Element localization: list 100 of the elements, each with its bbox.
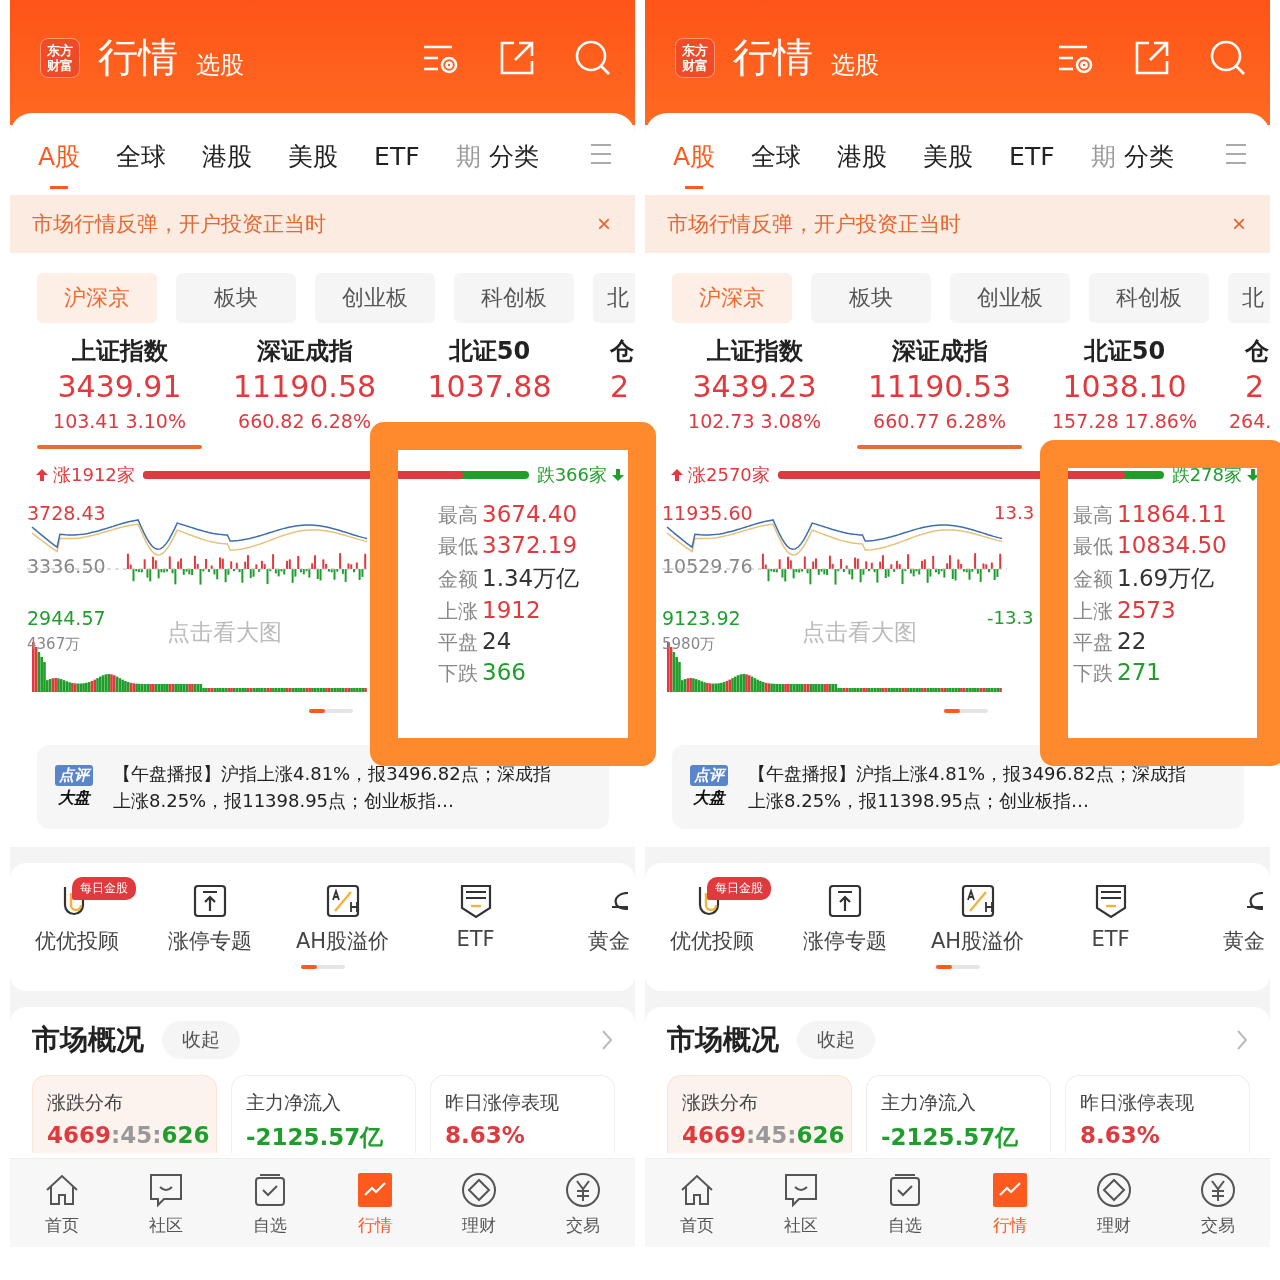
index-value: 2 (610, 369, 630, 404)
overview-card[interactable]: 主力净流入 -2125.57亿 (231, 1075, 416, 1153)
nav-label[interactable]: 社区 (149, 1213, 184, 1237)
index-name[interactable]: 上证指数 (706, 335, 803, 367)
stat-label: 金额 (438, 566, 478, 593)
nav-label[interactable]: 首页 (45, 1213, 80, 1237)
stat-label: 下跌 (1073, 660, 1113, 687)
nav-label[interactable]: 交易 (565, 1213, 600, 1237)
stat-label: 上涨 (1073, 598, 1113, 625)
shortcut-label[interactable]: ETF (1091, 927, 1130, 951)
shortcut-label[interactable]: AH股溢价 (295, 927, 390, 955)
page-title: 行情 (98, 33, 178, 82)
shortcut-label[interactable]: 涨停专题 (802, 927, 887, 955)
shortcut-label[interactable]: 黄金 (587, 927, 630, 955)
stat-label: 最低 (438, 533, 478, 560)
nav-label[interactable]: 首页 (680, 1213, 715, 1237)
shortcut-label[interactable]: ETF (456, 927, 495, 951)
overview-card[interactable]: 昨日涨停表现 8.63% (1065, 1075, 1250, 1153)
segment-tab[interactable]: 板块 (176, 273, 296, 323)
market-tab[interactable]: 分类 (1123, 135, 1174, 173)
segment-tab[interactable]: 板块 (811, 273, 931, 323)
segment-tab[interactable]: 科创板 (454, 273, 574, 323)
stat-label: 平盘 (438, 629, 478, 656)
card-title: 涨跌分布 (47, 1090, 124, 1115)
review-badge: 点评 (690, 765, 728, 786)
axis-label: 9123.92 (662, 607, 741, 629)
card-value: -2125.57亿 (881, 1123, 1020, 1152)
market-tab[interactable]: ETF (374, 137, 420, 171)
advancers-label: 涨1912家 (35, 463, 135, 487)
index-name[interactable]: 上证指数 (71, 335, 168, 367)
card-title: 昨日涨停表现 (445, 1090, 560, 1115)
index-name[interactable]: 深证成指 (256, 335, 353, 367)
volume-label: 5980万 (662, 635, 716, 654)
shortcut-label[interactable]: AH股溢价 (930, 927, 1025, 955)
market-tab[interactable]: 全球 (116, 135, 167, 173)
index-name[interactable]: 仓 (1245, 335, 1269, 367)
market-label: 大盘 (693, 788, 725, 809)
nav-label[interactable]: 自选 (253, 1213, 288, 1237)
stat-label: 金额 (1073, 566, 1113, 593)
market-tab[interactable]: 港股 (202, 135, 253, 173)
index-name[interactable]: 北证50 (448, 335, 531, 367)
index-change: 264. (1229, 410, 1270, 432)
market-tab[interactable]: 港股 (837, 135, 888, 173)
shortcut-label[interactable]: 优优投顾 (34, 927, 119, 955)
nav-label[interactable]: 社区 (784, 1213, 819, 1237)
segment-tab[interactable]: 科创板 (1089, 273, 1209, 323)
stat-value: 10834.50 (1117, 532, 1227, 558)
app-logo: 东方 财富 (675, 37, 715, 78)
news-text: 【午盘播报】沪指上涨4.81%，报3496.82点；深成指上涨8.25%，报11398.95点；创业板指… (113, 762, 552, 813)
section-title: 市场概况 (32, 1022, 144, 1058)
index-name[interactable]: 仓 (610, 335, 634, 367)
nav-label[interactable]: 理财 (461, 1213, 496, 1237)
card-title: 昨日涨停表现 (1080, 1090, 1195, 1115)
stat-value: 3674.40 (482, 501, 578, 527)
section-title: 市场概况 (667, 1022, 779, 1058)
market-tab[interactable]: 美股 (923, 135, 974, 173)
collapse-button[interactable]: 收起 (797, 1021, 875, 1059)
market-tab[interactable]: 分类 (488, 135, 539, 173)
index-change: 157.28 17.86% (1052, 410, 1197, 432)
segment-tab[interactable]: 创业板 (950, 273, 1070, 323)
volume-label: 4367万 (27, 635, 81, 654)
market-tab[interactable]: 美股 (288, 135, 339, 173)
nav-label[interactable]: 交易 (1200, 1213, 1235, 1237)
collapse-button[interactable]: 收起 (162, 1021, 240, 1059)
overview-card[interactable]: 涨跌分布 4669:45:626 (32, 1075, 217, 1153)
segment-tab[interactable]: 北 (593, 273, 635, 323)
index-change: 660.77 6.28% (873, 410, 1006, 432)
stat-label: 最高 (438, 502, 478, 529)
segment-tab[interactable]: 创业板 (315, 273, 435, 323)
index-value: 3439.91 (57, 369, 182, 404)
stat-value: 1.34万亿 (482, 564, 580, 593)
index-value: 1038.10 (1062, 369, 1187, 404)
shortcut-label[interactable]: 优优投顾 (669, 927, 754, 955)
news-text: 【午盘播报】沪指上涨4.81%，报3496.82点；深成指上涨8.25%，报11398.95点；创业板指… (748, 762, 1187, 813)
shortcut-label[interactable]: 黄金 (1222, 927, 1265, 955)
advancers-label: 涨2570家 (670, 463, 770, 487)
news-card[interactable]: 点评 大盘 【午盘播报】沪指上涨4.81%，报3496.82点；深成指上涨8.25%，报11398.95点；创业板指… (672, 745, 1244, 829)
axis-label: -13.3 (987, 607, 1034, 628)
app-logo: 东方 财富 (40, 37, 80, 78)
index-name[interactable]: 深证成指 (891, 335, 988, 367)
stat-label: 平盘 (1073, 629, 1113, 656)
nav-label[interactable]: 自选 (888, 1213, 923, 1237)
market-label: 大盘 (58, 788, 90, 809)
shortcut-label[interactable]: 涨停专题 (167, 927, 252, 955)
market-tab[interactable]: 全球 (751, 135, 802, 173)
card-value: -2125.57亿 (246, 1123, 385, 1152)
market-tab[interactable]: ETF (1009, 137, 1055, 171)
index-value: 1037.88 (427, 369, 552, 404)
nav-label[interactable]: 理财 (1096, 1213, 1131, 1237)
card-value: 8.63% (445, 1122, 526, 1148)
segment-tab[interactable]: 北 (1228, 273, 1270, 323)
index-change: 103.41 3.10% (53, 410, 186, 432)
stat-value: 271 (1117, 659, 1161, 685)
stat-value: 366 (482, 659, 526, 685)
index-value: 11190.53 (867, 369, 1012, 404)
overview-card[interactable]: 涨跌分布 4669:45:626 (667, 1075, 852, 1153)
overview-card[interactable]: 昨日涨停表现 8.63% (430, 1075, 615, 1153)
overview-card[interactable]: 主力净流入 -2125.57亿 (866, 1075, 1051, 1153)
card-title: 主力净流入 (881, 1090, 977, 1115)
index-name[interactable]: 北证50 (1083, 335, 1166, 367)
